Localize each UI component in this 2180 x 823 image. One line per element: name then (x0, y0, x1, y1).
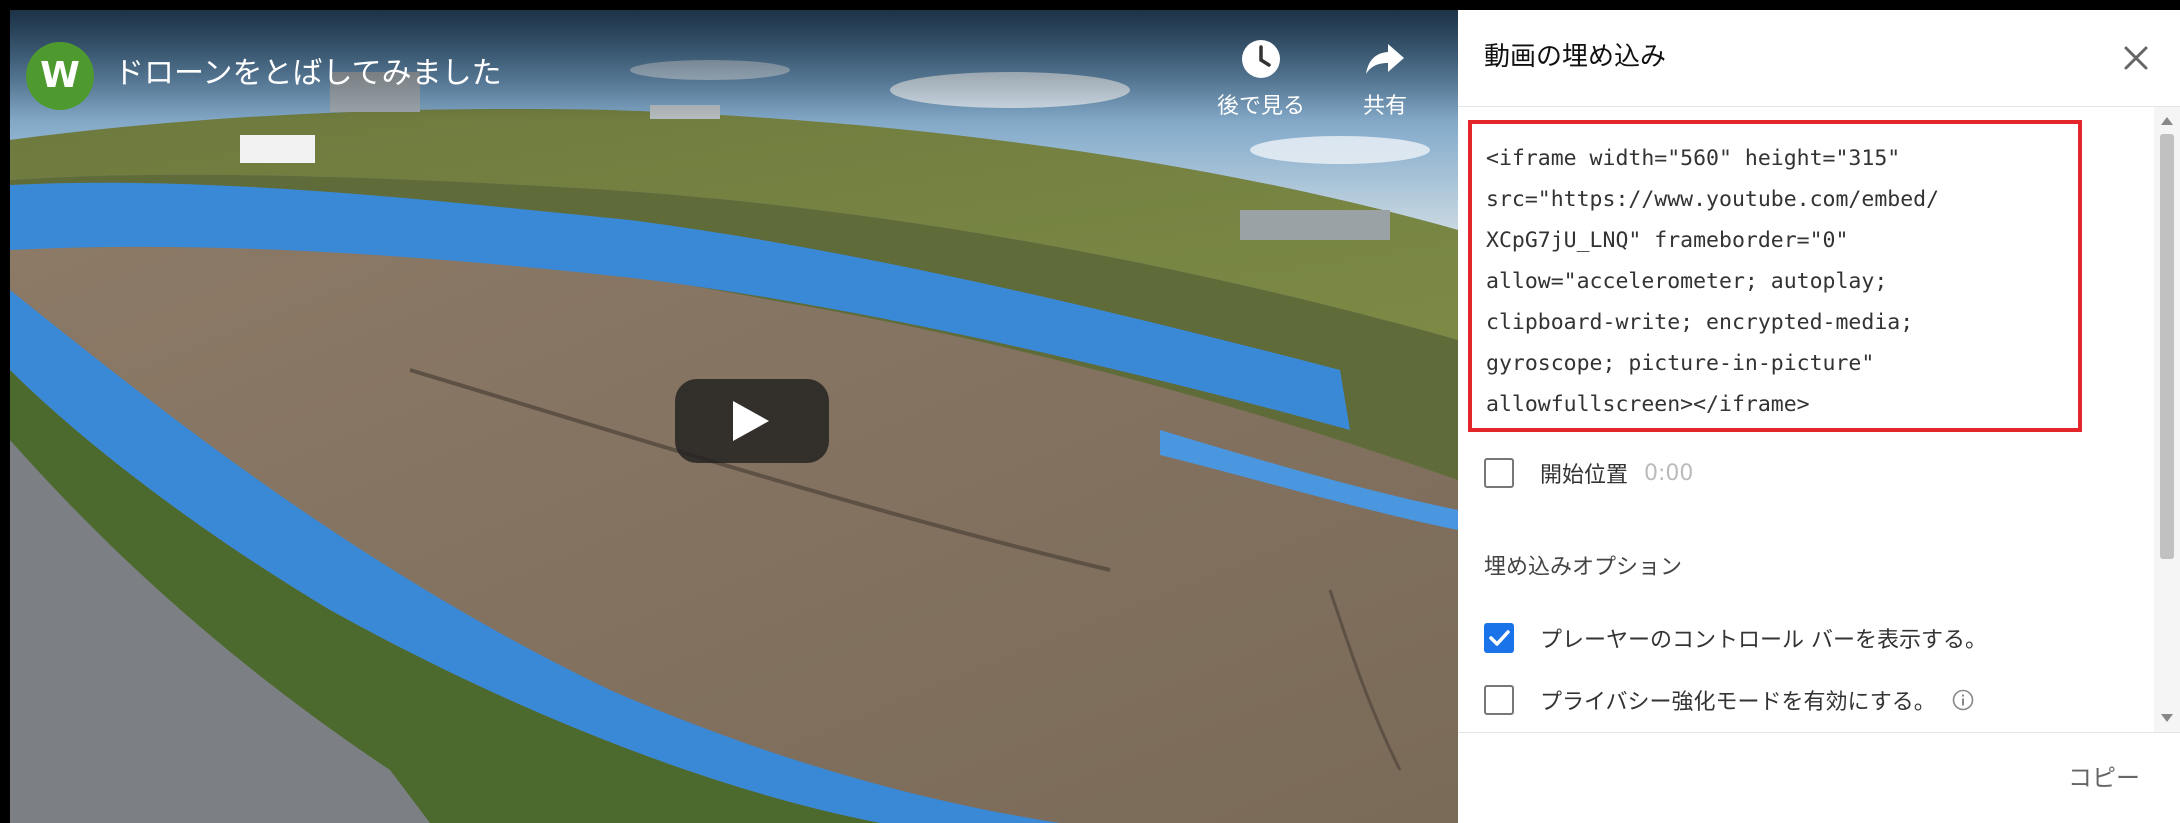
show-controls-label: プレーヤーのコントロール バーを表示する。 (1540, 628, 1987, 653)
embed-options-title: 埋め込みオプション (1484, 555, 1683, 580)
video-title[interactable]: ドローンをとばしてみました (114, 48, 502, 92)
close-icon[interactable] (2118, 40, 2154, 76)
share-button[interactable]: 共有 (1330, 38, 1440, 120)
embed-code-box[interactable]: <iframe width="560" height="315" src="ht… (1468, 120, 2082, 432)
privacy-mode-label: プライバシー強化モードを有効にする。 (1540, 690, 1936, 715)
start-time-input[interactable]: 0:00 (1644, 461, 1693, 486)
watch-later-label: 後で見る (1216, 94, 1305, 119)
screenshot-frame: W ドローンをとばしてみました 後で見る 共有 動画の埋め込み <iframe … (0, 0, 2180, 823)
option-row-privacy: プライバシー強化モードを有効にする。 (1484, 682, 1974, 718)
share-arrow-icon (1366, 44, 1404, 74)
share-label: 共有 (1362, 94, 1407, 119)
panel-scroll-area[interactable]: <iframe width="560" height="315" src="ht… (1458, 107, 2180, 732)
panel-title: 動画の埋め込み (1484, 42, 1667, 72)
check-icon (1489, 630, 1510, 646)
embed-panel: 動画の埋め込み <iframe width="560" height="315"… (1458, 10, 2180, 823)
info-icon[interactable] (1952, 689, 1974, 711)
video-player[interactable]: W ドローンをとばしてみました 後で見る 共有 (10, 10, 1458, 823)
scrollbar[interactable] (2154, 107, 2180, 732)
start-time-row: 開始位置 0:00 (1484, 455, 1693, 491)
privacy-mode-checkbox[interactable] (1484, 685, 1514, 715)
scroll-down-arrow-icon[interactable] (2161, 714, 2173, 722)
start-time-label: 開始位置 (1540, 463, 1629, 488)
play-icon (733, 401, 769, 441)
channel-avatar[interactable]: W (26, 42, 94, 110)
start-time-checkbox[interactable] (1484, 458, 1514, 488)
option-row-controls: プレーヤーのコントロール バーを表示する。 (1484, 620, 1987, 656)
clock-icon (1242, 40, 1280, 78)
play-button[interactable] (675, 379, 829, 463)
scroll-up-arrow-icon[interactable] (2161, 117, 2173, 125)
footer-divider (1458, 732, 2180, 733)
scroll-thumb[interactable] (2160, 134, 2174, 559)
embed-code[interactable]: <iframe width="560" height="315" src="ht… (1486, 138, 2076, 425)
copy-button[interactable]: コピー (2058, 750, 2150, 801)
show-controls-checkbox[interactable] (1484, 623, 1514, 653)
watch-later-button[interactable]: 後で見る (1206, 38, 1316, 120)
